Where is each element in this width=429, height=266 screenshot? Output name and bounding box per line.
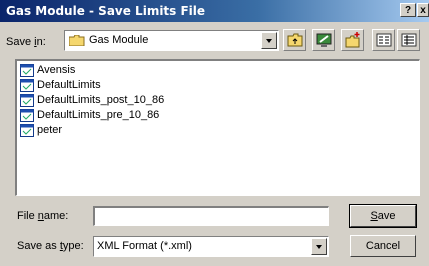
save-as-type-value: XML Format (*.xml): [97, 240, 192, 252]
details-view-button[interactable]: [397, 29, 420, 51]
file-name: peter: [37, 124, 63, 136]
save-as-type-label: Save as type:: [17, 240, 84, 252]
window-title: Gas Module - Save Limits File: [6, 4, 206, 18]
close-icon: x: [420, 5, 426, 16]
file-name: Avensis: [37, 64, 76, 76]
cancel-button[interactable]: Cancel: [350, 235, 416, 257]
file-icon: [20, 94, 34, 107]
list-view-icon: [376, 33, 392, 47]
save-button[interactable]: Save: [349, 204, 417, 228]
save-in-folder-dropdown[interactable]: Gas Module: [64, 30, 279, 51]
file-icon: [20, 79, 34, 92]
file-icon: [20, 109, 34, 122]
file-name: DefaultLimits_post_10_86: [37, 94, 165, 106]
close-button[interactable]: x: [417, 3, 429, 17]
up-folder-icon: [287, 33, 303, 47]
save-in-label: Save in:: [6, 36, 46, 48]
help-icon: ?: [404, 5, 412, 16]
up-one-level-button[interactable]: [283, 29, 306, 51]
chevron-down-icon[interactable]: [311, 238, 327, 255]
file-name-input[interactable]: [93, 206, 329, 226]
file-name: DefaultLimits_pre_10_86: [37, 109, 160, 121]
save-as-type-dropdown[interactable]: XML Format (*.xml): [93, 236, 329, 257]
list-view-button[interactable]: [372, 29, 395, 51]
file-icon: [20, 124, 34, 137]
details-view-icon: [401, 33, 417, 47]
save-limits-dialog: Gas Module - Save Limits File ? x Save i…: [0, 0, 429, 266]
new-folder-icon: [345, 32, 360, 48]
desktop-icon: [316, 33, 332, 47]
file-list[interactable]: Avensis DefaultLimits DefaultLimits_post…: [15, 59, 420, 196]
save-in-folder-value: Gas Module: [89, 34, 149, 46]
file-icon: [20, 64, 34, 77]
help-button[interactable]: ?: [400, 3, 416, 17]
desktop-button[interactable]: [312, 29, 335, 51]
title-bar[interactable]: Gas Module - Save Limits File ? x: [0, 0, 429, 22]
chevron-down-icon[interactable]: [261, 32, 277, 49]
file-name: DefaultLimits: [37, 79, 101, 91]
file-name-label: File name:: [17, 210, 69, 222]
folder-icon: [69, 35, 85, 46]
new-folder-button[interactable]: [341, 29, 364, 51]
